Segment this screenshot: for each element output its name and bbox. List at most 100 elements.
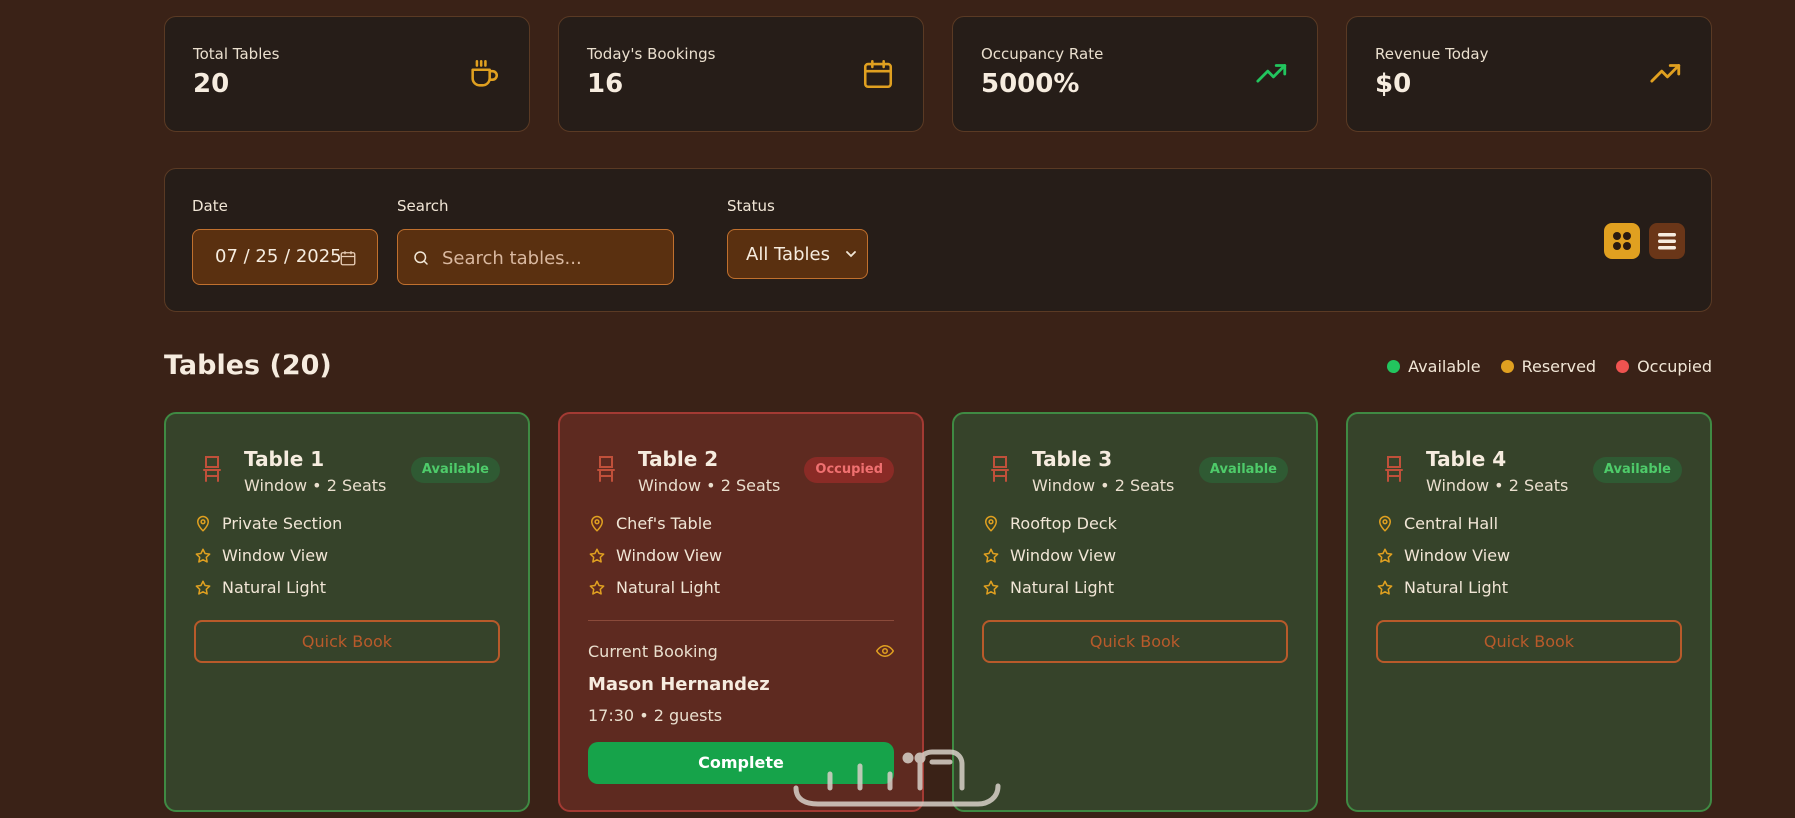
stat-todays-bookings: Today's Bookings 16	[558, 16, 924, 132]
star-icon	[1377, 548, 1393, 563]
list-view-button[interactable]	[1649, 223, 1685, 259]
available-dot	[1387, 360, 1401, 373]
table-card[interactable]: Table 4 Window • 2 Seats Available Centr…	[1346, 412, 1712, 812]
stat-label: Today's Bookings	[587, 45, 716, 63]
status-badge: Available	[1592, 457, 1682, 483]
star-icon	[983, 548, 999, 563]
filter-panel: Date 07 / 25 / 2025 Search Status All Ta…	[164, 168, 1712, 312]
table-name: Table 4	[1426, 447, 1507, 471]
status-badge: Available	[410, 457, 500, 483]
calendar-icon[interactable]	[339, 249, 357, 267]
legend-label: Available	[1408, 357, 1481, 376]
location-row: Rooftop Deck	[982, 514, 1117, 533]
stat-value: 20	[193, 69, 230, 99]
location-row: Chef's Table	[588, 514, 712, 533]
feature-text: Natural Light	[222, 578, 327, 597]
current-booking-label: Current Booking	[588, 642, 718, 661]
trending-up-icon	[1650, 64, 1681, 83]
location-row: Private Section	[194, 514, 342, 533]
star-icon	[589, 580, 605, 595]
feature-text: Window View	[616, 546, 723, 565]
legend-occupied: Occupied	[1616, 357, 1712, 376]
search-field[interactable]	[397, 229, 674, 285]
feature-row: Window View	[982, 546, 1116, 565]
table-details: Window • 2 Seats	[638, 476, 781, 495]
stat-label: Revenue Today	[1375, 45, 1489, 63]
table-details: Window • 2 Seats	[1032, 476, 1175, 495]
status-badge: Occupied	[804, 457, 894, 483]
legend-label: Reserved	[1521, 357, 1597, 376]
feature-row: Natural Light	[1376, 578, 1508, 597]
search-label: Search	[397, 197, 449, 215]
guest-name: Mason Hernandez	[588, 674, 770, 695]
feature-text: Natural Light	[1010, 578, 1115, 597]
grid-view-button[interactable]	[1604, 223, 1640, 259]
chair-icon	[203, 456, 221, 482]
feature-text: Window View	[1404, 546, 1511, 565]
occupied-dot	[1616, 360, 1630, 373]
search-icon	[414, 251, 428, 265]
date-field[interactable]: 07 / 25 / 2025	[192, 229, 378, 285]
chair-icon	[1385, 456, 1403, 482]
map-pin-icon	[196, 515, 210, 532]
table-name: Table 1	[244, 447, 325, 471]
stat-revenue-today: Revenue Today $0	[1346, 16, 1712, 132]
feature-row: Window View	[194, 546, 328, 565]
feature-text: Natural Light	[1404, 578, 1509, 597]
status-badge: Available	[1198, 457, 1288, 483]
stat-total-tables: Total Tables 20	[164, 16, 530, 132]
legend-available: Available	[1387, 357, 1481, 376]
feature-row: Natural Light	[194, 578, 326, 597]
quick-book-button[interactable]: Quick Book	[194, 620, 500, 663]
reserved-dot	[1500, 360, 1514, 373]
stat-value: 16	[587, 69, 624, 99]
search-input[interactable]	[442, 242, 662, 274]
table-name: Table 2	[638, 447, 719, 471]
location-text: Central Hall	[1404, 514, 1499, 533]
table-card[interactable]: Table 1 Window • 2 Seats Available Priva…	[164, 412, 530, 812]
location-text: Private Section	[222, 514, 343, 533]
stat-occupancy-rate: Occupancy Rate 5000%	[952, 16, 1318, 132]
map-pin-icon	[590, 515, 604, 532]
table-details: Window • 2 Seats	[244, 476, 387, 495]
star-icon	[195, 580, 211, 595]
location-text: Rooftop Deck	[1010, 514, 1117, 533]
status-select[interactable]: All Tables	[727, 229, 868, 279]
chair-icon	[597, 456, 615, 482]
feature-text: Natural Light	[616, 578, 721, 597]
tables-title: Tables (20)	[164, 350, 332, 381]
stat-value: $0	[1375, 69, 1412, 99]
feature-text: Window View	[1010, 546, 1117, 565]
list-icon	[1658, 233, 1676, 250]
watermark-logo	[793, 749, 1001, 807]
date-value: 07 / 25 / 2025	[215, 246, 342, 267]
status-value: All Tables	[746, 244, 830, 265]
feature-row: Natural Light	[588, 578, 720, 597]
map-pin-icon	[984, 515, 998, 532]
location-text: Chef's Table	[616, 514, 712, 533]
star-icon	[195, 548, 211, 563]
grid-icon	[1613, 232, 1631, 250]
divider	[588, 620, 894, 621]
stat-label: Total Tables	[193, 45, 280, 63]
booking-details: 17:30 • 2 guests	[588, 706, 723, 725]
stat-label: Occupancy Rate	[981, 45, 1104, 63]
feature-row: Natural Light	[982, 578, 1114, 597]
legend-label: Occupied	[1637, 357, 1712, 376]
quick-book-button[interactable]: Quick Book	[982, 620, 1288, 663]
eye-icon[interactable]	[876, 644, 894, 658]
stat-value: 5000%	[981, 69, 1080, 99]
location-row: Central Hall	[1376, 514, 1498, 533]
chair-icon	[991, 456, 1009, 482]
feature-row: Window View	[1376, 546, 1510, 565]
star-icon	[983, 580, 999, 595]
table-name: Table 3	[1032, 447, 1113, 471]
quick-book-button[interactable]: Quick Book	[1376, 620, 1682, 663]
map-pin-icon	[1378, 515, 1392, 532]
feature-row: Window View	[588, 546, 722, 565]
legend-reserved: Reserved	[1500, 357, 1597, 376]
status-legend: Available Reserved Occupied	[1387, 357, 1712, 376]
stats-row: Total Tables 20 Today's Bookings 16 Occu…	[164, 16, 1712, 132]
status-label: Status	[727, 197, 775, 215]
feature-text: Window View	[222, 546, 329, 565]
